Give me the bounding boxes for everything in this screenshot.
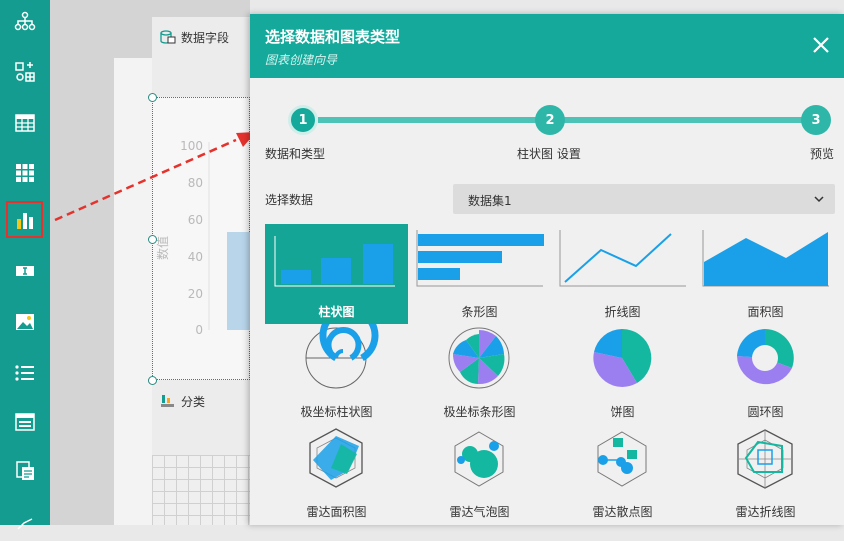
chevron-down-icon [814, 196, 824, 203]
chart-type-label: 极坐标柱状图 [300, 405, 373, 419]
donut-chart-icon [737, 329, 794, 385]
category-title: 分类 [181, 394, 206, 409]
y-tick: 60 [188, 213, 203, 227]
chart-type-radar-line[interactable]: 雷达折线图 [694, 424, 837, 524]
y-tick: 0 [195, 323, 203, 337]
chart-type-label: 雷达折线图 [735, 505, 796, 519]
category-icon [161, 395, 174, 407]
line-chart-icon [559, 230, 686, 287]
bar-chart-icon [274, 236, 395, 287]
more-tools-icon[interactable] [0, 505, 50, 541]
chart-type-label: 极坐标条形图 [443, 405, 516, 419]
chart-type-radar-bubble[interactable]: 雷达气泡图 [408, 424, 551, 524]
grid-table-icon[interactable] [0, 155, 50, 191]
chart-type-polar-bar[interactable]: 极坐标柱状图 [265, 324, 408, 424]
database-icon [160, 30, 176, 44]
preview-bar [227, 232, 251, 330]
resize-handle[interactable] [148, 93, 157, 102]
step-2[interactable]: 2 [535, 105, 565, 135]
form-icon[interactable] [0, 404, 50, 440]
chart-placeholder[interactable]: 100 80 60 40 20 0 数值 [152, 97, 251, 380]
chart-type-label: 条形图 [461, 305, 498, 319]
chart-type-radar-area[interactable]: 雷达面积图 [265, 424, 408, 524]
radar-line-chart-icon [737, 429, 793, 489]
field-panel-header: 数据字段 [160, 26, 229, 48]
data-select-value: 数据集1 [468, 194, 512, 208]
radar-area-chart-icon [309, 428, 363, 488]
chart-type-label: 折线图 [604, 305, 641, 319]
tree-structure-icon[interactable] [0, 3, 50, 39]
step-3-label: 预览 [810, 147, 835, 161]
image-icon[interactable] [0, 304, 50, 340]
step-2-label: 柱状图 设置 [517, 147, 581, 161]
dialog-header: 选择数据和图表类型 图表创建向导 [250, 14, 844, 78]
chart-type-label: 饼图 [610, 405, 635, 419]
report-icon[interactable] [0, 453, 50, 489]
chart-type-label: 雷达面积图 [306, 505, 367, 519]
field-panel-title: 数据字段 [181, 30, 230, 45]
chart-type-pie[interactable]: 饼图 [551, 324, 694, 424]
step-progress-track [318, 117, 816, 123]
sidebar [0, 0, 50, 530]
rose-chart-icon [448, 327, 510, 389]
step-1-label: 数据和类型 [265, 147, 326, 161]
category-header: 分类 [160, 390, 205, 412]
chart-type-label: 圆环图 [747, 405, 784, 419]
step-1[interactable]: 1 [288, 105, 318, 135]
chart-type-label: 雷达气泡图 [449, 505, 510, 519]
chart-type-label: 雷达散点图 [592, 505, 653, 519]
area-chart-icon [702, 230, 829, 287]
chart-type-radar-scatter[interactable]: 雷达散点图 [551, 424, 694, 524]
radar-bubble-chart-icon [454, 431, 504, 487]
chart-type-polar-horizontal-bar[interactable]: 极坐标条形图 [408, 324, 551, 424]
list-icon[interactable] [0, 355, 50, 391]
close-icon[interactable] [810, 34, 832, 56]
dialog-title: 选择数据和图表类型 [265, 28, 401, 46]
component-add-icon[interactable] [0, 54, 50, 90]
resize-handle[interactable] [148, 235, 157, 244]
chart-wizard-dialog: 选择数据和图表类型 图表创建向导 1 2 3 数据和类型 柱状图 设置 预览 选… [250, 14, 844, 525]
horizontal-bar-chart-icon [416, 230, 544, 287]
resize-handle[interactable] [148, 376, 157, 385]
y-tick: 20 [188, 287, 203, 301]
y-tick: 100 [180, 139, 203, 153]
chart-type-bar[interactable]: 柱状图 [265, 224, 408, 324]
y-tick: 40 [188, 250, 203, 264]
data-select-label: 选择数据 [265, 193, 314, 207]
table-icon[interactable] [0, 105, 50, 141]
text-field-icon[interactable] [0, 253, 50, 289]
polar-bar-chart-icon [305, 324, 379, 389]
chart-type-line[interactable]: 折线图 [551, 224, 694, 324]
chart-type-horizontal-bar[interactable]: 条形图 [408, 224, 551, 324]
step-3[interactable]: 3 [801, 105, 831, 135]
chart-type-donut[interactable]: 圆环图 [694, 324, 837, 424]
preview-chart: 100 80 60 40 20 0 数值 [155, 139, 251, 337]
y-axis-label: 数值 [155, 236, 170, 260]
y-tick: 80 [188, 176, 203, 190]
chart-type-area[interactable]: 面积图 [694, 224, 837, 324]
chart-type-label: 面积图 [747, 305, 784, 319]
dialog-subtitle: 图表创建向导 [265, 53, 338, 67]
grid-area [152, 455, 250, 525]
radar-scatter-chart-icon [597, 431, 647, 487]
pie-chart-icon [593, 328, 652, 387]
selected-tool-highlight [6, 201, 43, 238]
chart-type-label: 柱状图 [318, 305, 355, 319]
data-select[interactable]: 数据集1 [453, 184, 835, 214]
